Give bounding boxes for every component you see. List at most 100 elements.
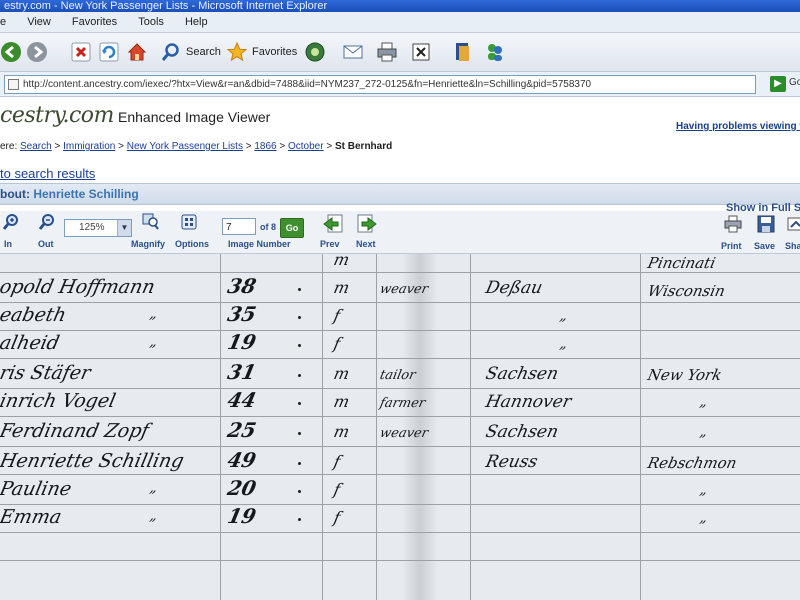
breadcrumb-year[interactable]: 1866 <box>254 141 276 152</box>
share-label[interactable]: Sha <box>785 241 800 251</box>
zoom-out-icon[interactable] <box>38 213 56 231</box>
row-divider <box>0 416 800 417</box>
share-icon[interactable] <box>787 215 800 233</box>
column-divider <box>322 254 323 600</box>
forward-arrow-icon <box>27 42 47 62</box>
entry-sex: f <box>331 480 342 499</box>
menu-file[interactable]: e <box>0 12 15 32</box>
entry-age: 19 <box>225 330 259 354</box>
row-divider <box>0 302 800 303</box>
row-divider <box>0 388 800 389</box>
search-button[interactable]: Search <box>160 39 221 65</box>
ditto-mark: „ <box>558 336 569 352</box>
breadcrumb-passenger-lists[interactable]: New York Passenger Lists <box>127 141 243 152</box>
menu-favorites[interactable]: Favorites <box>63 12 126 32</box>
window-title: estry.com - New York Passenger Lists - M… <box>4 0 328 12</box>
back-to-results-link[interactable]: to search results <box>0 166 95 181</box>
entry-name: opold Hoffmann <box>0 276 157 298</box>
prev-label[interactable]: Prev <box>320 239 340 249</box>
research-button[interactable] <box>452 39 474 65</box>
page-content: cestry.com Enhanced Image Viewer Having … <box>0 97 800 600</box>
go-arrow-icon[interactable]: ▶ <box>770 76 786 92</box>
edit-icon <box>412 43 430 61</box>
row-divider <box>0 330 800 331</box>
address-go-button[interactable]: Go <box>789 77 800 88</box>
ditto-mark: „ <box>698 482 709 498</box>
print-icon[interactable] <box>724 215 742 233</box>
image-go-button[interactable]: Go <box>280 218 304 238</box>
ditto-mark: „ <box>148 306 159 322</box>
entry-occupation: weaver <box>378 426 430 441</box>
about-bar: bout: Henriette Schilling <box>0 183 800 205</box>
prev-arrow-icon[interactable] <box>322 213 344 235</box>
menu-view[interactable]: View <box>18 12 60 32</box>
entry-name: Henriette Schilling <box>0 450 186 472</box>
magnify-label[interactable]: Magnify <box>131 239 165 249</box>
show-full-screen-link[interactable]: Show in Full S <box>726 202 800 214</box>
breadcrumb-immigration[interactable]: Immigration <box>63 141 115 152</box>
breadcrumb-month[interactable]: October <box>288 141 324 152</box>
address-bar: http://content.ancestry.com/iexec/?htx=V… <box>0 72 800 97</box>
address-input[interactable]: http://content.ancestry.com/iexec/?htx=V… <box>4 75 756 94</box>
menu-help[interactable]: Help <box>176 12 217 32</box>
messenger-button[interactable] <box>484 39 506 65</box>
refresh-button[interactable] <box>98 39 120 65</box>
zoom-select[interactable]: 125% ▼ <box>64 219 132 237</box>
menu-tools[interactable]: Tools <box>129 12 173 32</box>
column-divider <box>470 254 471 600</box>
print-label[interactable]: Print <box>721 241 742 251</box>
entry-sex: f <box>331 306 342 325</box>
ditto-mark: „ <box>698 510 709 526</box>
next-label[interactable]: Next <box>356 239 376 249</box>
entry-destination: Wisconsin <box>646 282 727 300</box>
row-divider <box>0 560 800 561</box>
stop-icon <box>71 42 91 62</box>
chevron-down-icon[interactable]: ▼ <box>117 220 131 236</box>
zoom-out-label[interactable]: Out <box>38 239 54 249</box>
entry-destination: Rebschmon <box>646 454 739 472</box>
site-logo[interactable]: cestry.com <box>0 103 114 128</box>
manifest-image[interactable]: m Pincinati opold Hoffmann 38 m weaver D… <box>0 254 800 600</box>
mail-icon <box>343 45 363 59</box>
about-person-name[interactable]: Henriette Schilling <box>33 187 138 201</box>
save-label[interactable]: Save <box>754 241 775 251</box>
save-icon[interactable] <box>757 215 775 233</box>
zoom-in-label[interactable]: In <box>4 239 12 249</box>
ditto-mark: „ <box>558 308 569 324</box>
magnify-icon[interactable] <box>142 213 160 231</box>
refresh-icon <box>99 42 119 62</box>
entry-age: 35 <box>225 302 259 326</box>
search-button-label: Search <box>186 46 221 58</box>
image-number-input[interactable]: 7 <box>222 218 256 235</box>
entry-dot <box>298 518 301 521</box>
entry-dot <box>298 432 301 435</box>
ditto-mark: „ <box>698 394 709 410</box>
options-label[interactable]: Options <box>175 239 209 249</box>
media-button[interactable] <box>304 39 326 65</box>
breadcrumb-prefix: ere: <box>0 141 18 152</box>
row-divider <box>0 504 800 505</box>
forward-button[interactable] <box>26 39 48 65</box>
column-divider <box>220 254 221 600</box>
browser-toolbar: Search Favorites <box>0 33 800 72</box>
entry-sex: f <box>331 334 342 353</box>
address-url: http://content.ancestry.com/iexec/?htx=V… <box>23 79 592 90</box>
edit-button[interactable] <box>410 39 432 65</box>
back-button[interactable] <box>0 39 22 65</box>
next-arrow-icon[interactable] <box>356 213 378 235</box>
home-button[interactable] <box>126 39 148 65</box>
breadcrumb-search[interactable]: Search <box>20 141 52 152</box>
entry-occupation: farmer <box>378 396 427 411</box>
print-button[interactable] <box>376 39 398 65</box>
entry-dot <box>298 374 301 377</box>
stop-button[interactable] <box>70 39 92 65</box>
mail-button[interactable] <box>342 39 364 65</box>
entry-occupation: weaver <box>378 282 430 297</box>
options-icon[interactable] <box>180 213 198 231</box>
entry-destination: Pincinati <box>646 254 718 272</box>
favorites-button[interactable]: Favorites <box>226 39 297 65</box>
entry-age: 20 <box>225 476 259 500</box>
help-link[interactable]: Having problems viewing th <box>676 121 800 132</box>
entry-sex: m <box>331 254 352 269</box>
zoom-in-icon[interactable] <box>2 213 20 231</box>
